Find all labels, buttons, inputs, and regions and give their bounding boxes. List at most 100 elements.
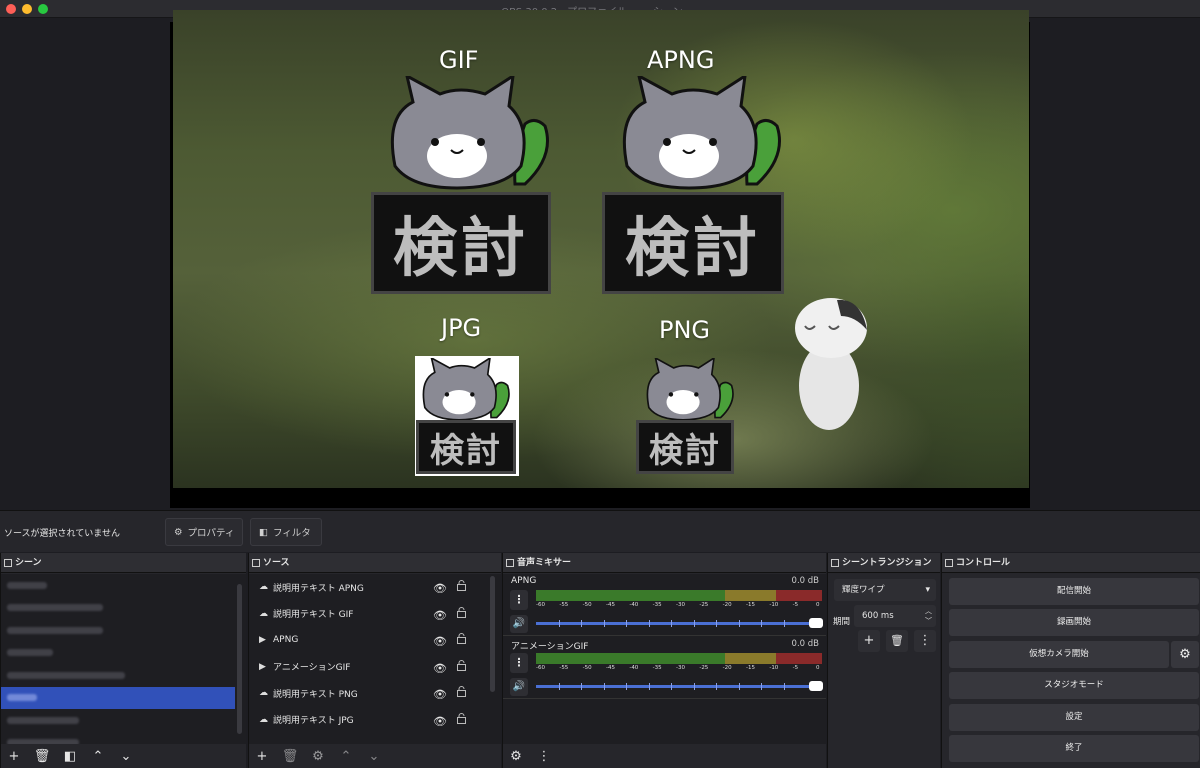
text-icon: ☁ (259, 582, 268, 593)
source-item[interactable]: ▶ APNG 👁 (249, 627, 501, 654)
mixer-menu-button[interactable]: ⋮ (535, 747, 553, 765)
transitions-title-text: シーントランジション (842, 558, 932, 568)
lock-icon[interactable] (457, 633, 466, 644)
add-source-button[interactable]: + (253, 747, 271, 765)
meter-tick-label: -45 (606, 665, 615, 671)
meter-tick-label: -55 (559, 602, 569, 608)
source-item[interactable]: ☁ 説明用テキスト APNG 👁 (249, 574, 501, 601)
trash-icon: 🗑 (281, 748, 299, 764)
exit-button[interactable]: 終了 (949, 735, 1199, 762)
transitions-dock-title: シーントランジション (828, 553, 940, 573)
meter-tick-label: -10 (769, 602, 779, 608)
move-scene-up-button[interactable]: ⌃ (89, 747, 107, 765)
remove-source-button[interactable]: 🗑 (281, 747, 299, 765)
channel-db: 0.0 dB (791, 576, 819, 586)
add-transition-button[interactable]: + (858, 630, 880, 652)
move-scene-down-button[interactable]: ⌄ (117, 747, 135, 765)
meter-tick-label: -30 (676, 665, 685, 671)
advanced-audio-button[interactable]: ⚙ (507, 747, 525, 765)
spinner-icon[interactable]: ︿ ﹀ (925, 606, 932, 626)
add-scene-button[interactable]: + (5, 747, 23, 765)
slider-tick-mark (648, 683, 650, 690)
source-properties-button[interactable]: ⚙ (309, 747, 327, 765)
visibility-eye-icon[interactable]: 👁 (433, 635, 447, 648)
start-virtual-camera-button[interactable]: 仮想カメラ開始 (949, 641, 1169, 668)
meter-tick-label: -30 (676, 602, 685, 608)
visibility-eye-icon[interactable]: 👁 (433, 715, 447, 728)
slider-tick-mark (671, 620, 672, 627)
scene-item[interactable] (1, 574, 246, 597)
transition-select[interactable]: 輝度ワイプ ▾ (834, 579, 936, 601)
remove-scene-button[interactable]: 🗑 (33, 747, 51, 765)
audio-mixer-dock: 音声ミキサー APNG 0.0 dB ⋮ -60 -55 -50 -45 -40 -35-… (502, 553, 826, 768)
lock-icon[interactable] (457, 659, 466, 671)
scene-item[interactable] (1, 619, 246, 642)
move-source-up-button[interactable]: ⌃ (337, 747, 355, 765)
volume-slider-knob[interactable] (809, 618, 823, 628)
channel-menu-button[interactable]: ⋮ (510, 590, 528, 610)
studio-mode-button[interactable]: スタジオモード (949, 672, 1199, 699)
chevron-down-icon: ⌄ (368, 748, 380, 764)
scenes-dock-footer: + 🗑 ◧ ⌃ ⌄ (1, 744, 246, 768)
visibility-eye-icon[interactable]: 👁 (433, 662, 447, 675)
start-recording-button[interactable]: 録画開始 (949, 609, 1199, 636)
slider-tick-mark (671, 683, 672, 690)
properties-button[interactable]: ⚙ プロパティ (165, 518, 243, 546)
controls-dock-title: コントロール (942, 553, 1200, 573)
channel-menu-button[interactable]: ⋮ (510, 653, 528, 673)
lock-icon[interactable] (457, 606, 466, 618)
cat-image-apng (622, 76, 781, 190)
dock-icon (506, 559, 514, 567)
scene-item[interactable] (1, 732, 246, 744)
source-item[interactable]: ☁ 説明用テキスト JPG 👁 (249, 707, 501, 734)
media-icon: ▶ (259, 661, 266, 672)
volume-slider-knob[interactable] (809, 681, 823, 691)
lock-icon[interactable] (457, 686, 466, 697)
filters-button[interactable]: ◧ フィルタ (250, 518, 322, 546)
lock-icon[interactable] (457, 580, 466, 591)
source-item[interactable]: ☁ 説明用テキスト PNG 👁 (249, 680, 501, 707)
duration-input[interactable]: 600 ms ︿ ﹀ (854, 605, 936, 627)
source-item[interactable]: ☁ 説明用テキスト GIF 👁 (249, 601, 501, 628)
apng-label: APNG (647, 46, 715, 74)
scene-item[interactable] (1, 709, 246, 732)
dock-icon (4, 559, 12, 567)
volume-slider[interactable] (536, 618, 823, 628)
slider-tick-mark (558, 620, 560, 627)
volume-meter (536, 653, 822, 664)
remove-transition-button[interactable]: 🗑 (886, 630, 908, 652)
source-list-scrollbar[interactable] (490, 576, 495, 692)
move-source-down-button[interactable]: ⌄ (365, 747, 383, 765)
mixer-channel: アニメーションGIF 0.0 dB ⋮ -60 -55 -50 -45 -40 -35 -3… (503, 637, 826, 699)
virtual-camera-settings-button[interactable]: ⚙ (1171, 641, 1199, 668)
meter-tick-label: -60 (536, 602, 545, 608)
controls-dock: コントロール 配信開始 録画開始 仮想カメラ開始 ⚙ スタジオモード 設定 終了 (941, 553, 1200, 768)
source-label: 説明用テキスト APNG (273, 583, 364, 594)
speaker-icon[interactable]: 🔊 (510, 615, 528, 633)
settings-button[interactable]: 設定 (949, 704, 1199, 731)
visibility-eye-icon[interactable]: 👁 (433, 688, 447, 701)
scene-list-scrollbar[interactable] (237, 584, 242, 734)
scene-item[interactable] (1, 664, 246, 687)
visibility-eye-icon[interactable]: 👁 (433, 609, 447, 622)
start-streaming-button[interactable]: 配信開始 (949, 578, 1199, 605)
slider-tick-mark (738, 683, 740, 690)
scene-item[interactable] (1, 642, 246, 665)
scene-filters-button[interactable]: ◧ (61, 747, 79, 765)
lock-icon[interactable] (457, 712, 466, 724)
trash-icon: 🗑 (33, 748, 51, 764)
speaker-icon[interactable]: 🔊 (510, 678, 528, 696)
scene-item[interactable] (1, 597, 246, 620)
scene-item-selected[interactable] (1, 686, 235, 709)
source-toolbar: ソースが選択されていません ⚙ プロパティ ◧ フィルタ (0, 510, 1200, 552)
preview-canvas[interactable]: GIF 検討 APNG 検討 JPG 検討 PNG 検討 (173, 10, 1029, 488)
source-item[interactable]: ▶ アニメーションGIF 👁 (249, 654, 501, 681)
transition-menu-button[interactable]: ⋮ (914, 630, 936, 652)
slider-tick-mark (716, 683, 717, 690)
visibility-eye-icon[interactable]: 👁 (433, 582, 447, 595)
sign-png: 検討 (636, 420, 734, 474)
meter-tick-label: 0 (816, 665, 820, 671)
dock-icon (945, 559, 953, 567)
volume-slider[interactable] (536, 681, 823, 691)
meter-tick-label: -25 (699, 665, 709, 671)
